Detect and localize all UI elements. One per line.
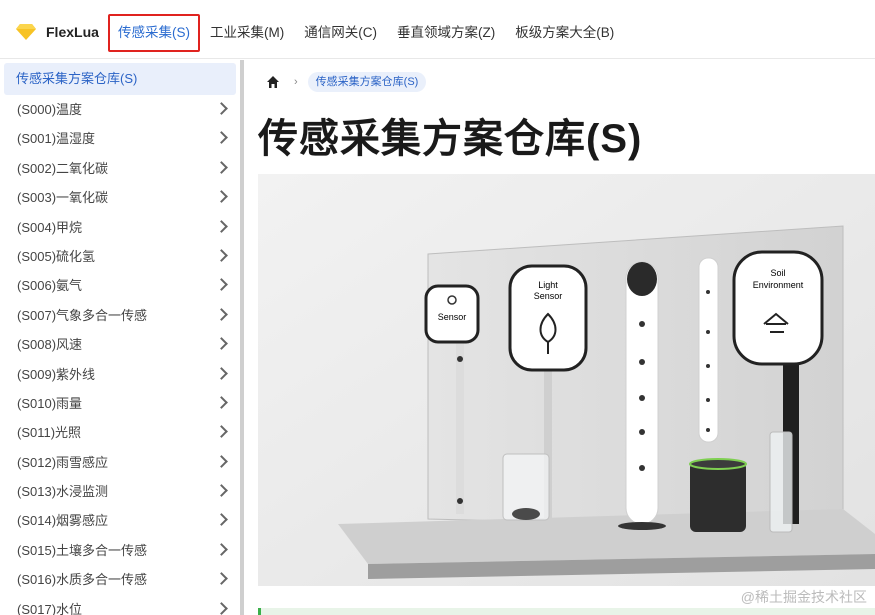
chevron-right-icon[interactable] — [215, 249, 228, 262]
sidebar-item[interactable]: (S007)气象多合一传感 — [0, 301, 240, 330]
home-icon[interactable] — [266, 75, 280, 89]
sidebar-item[interactable]: (S003)一氧化碳 — [0, 183, 240, 212]
content-note-bar — [258, 608, 875, 615]
sidebar-item[interactable]: (S001)温湿度 — [0, 124, 240, 153]
brand-name[interactable]: FlexLua — [46, 24, 99, 40]
chevron-right-icon[interactable] — [215, 160, 228, 174]
sidebar-item[interactable]: (S009)紫外线 — [0, 360, 240, 389]
nav-item-board-solutions[interactable]: 板级方案大全(B) — [505, 14, 624, 52]
chevron-right-icon[interactable] — [215, 219, 228, 233]
sidebar: 传感采集方案仓库(S) (S000)温度 (S001)温湿度 (S002)二氧化碳(… — [0, 60, 240, 615]
diamond-logo-icon[interactable] — [16, 24, 36, 40]
chevron-right-icon[interactable] — [215, 190, 228, 204]
watermark: @稀土掘金技术社区 — [740, 589, 867, 605]
breadcrumb: › 传感采集方案仓库(S) — [266, 72, 427, 92]
sidebar-item-label: (S007)气象多合一传感 — [17, 307, 148, 323]
sidebar-item-label: (S012)雨雪感应 — [17, 454, 109, 470]
chevron-right-icon[interactable] — [215, 396, 228, 409]
sidebar-item[interactable]: (S004)甲烷 — [0, 213, 240, 242]
sidebar-item-label: (S006)氨气 — [17, 278, 83, 294]
sidebar-item[interactable]: (S005)硫化氢 — [0, 242, 240, 271]
soil-label-line2: Environment — [753, 280, 804, 290]
light-label-line2: Sensor — [534, 291, 563, 301]
sidebar-item-label: (S015)土壤多合一传感 — [17, 542, 148, 558]
sidebar-item-label: (S008)风速 — [17, 337, 83, 353]
sidebar-list: (S000)温度 (S001)温湿度 (S002)二氧化碳 (S003)一氧化碳 (S0… — [0, 95, 240, 615]
chevron-right-icon[interactable] — [215, 102, 228, 115]
chevron-right-icon[interactable] — [215, 131, 228, 145]
chevron-right-icon[interactable] — [215, 278, 228, 292]
hero-image: Sensor Light Sensor Soil Environment — [258, 174, 875, 586]
chevron-right-icon[interactable] — [215, 542, 228, 556]
breadcrumb-current[interactable]: 传感采集方案仓库(S) — [307, 72, 427, 92]
top-navbar: FlexLua 传感采集(S) 工业采集(M) 通信网关(C) 垂直领域方案(Z… — [0, 0, 875, 59]
page-title: 传感采集方案仓库(S) — [258, 117, 643, 161]
main-nav: 传感采集(S) 工业采集(M) 通信网关(C) 垂直领域方案(Z) 板级方案大全… — [108, 14, 624, 52]
sidebar-item-label: (S010)雨量 — [17, 395, 83, 411]
sensor-display-illustration: Sensor Light Sensor Soil Environment — [258, 174, 875, 586]
chevron-right-icon[interactable] — [215, 425, 228, 439]
sidebar-item[interactable]: (S014)烟雾感应 — [0, 506, 240, 535]
sidebar-item-label: (S009)紫外线 — [17, 366, 96, 382]
chevron-right-icon[interactable] — [215, 337, 228, 350]
sidebar-item[interactable]: (S012)雨雪感应 — [0, 448, 240, 477]
chevron-right-icon[interactable] — [215, 454, 228, 468]
chevron-right-icon: › — [294, 76, 298, 88]
sidebar-item[interactable]: (S008)风速 — [0, 330, 240, 359]
chevron-right-icon[interactable] — [215, 601, 228, 615]
sidebar-item[interactable]: (S011)光照 — [0, 418, 240, 447]
sidebar-item-label: (S005)硫化氢 — [17, 248, 96, 264]
chevron-right-icon[interactable] — [215, 484, 228, 497]
sensor-label: Sensor — [438, 312, 467, 322]
sidebar-item-label: (S003)一氧化碳 — [17, 190, 109, 206]
nav-item-vertical-solutions[interactable]: 垂直领域方案(Z) — [387, 14, 505, 52]
sidebar-item-label: (S014)烟雾感应 — [17, 513, 109, 529]
sidebar-item[interactable]: (S015)土壤多合一传感 — [0, 536, 240, 565]
sidebar-item-repository[interactable]: 传感采集方案仓库(S) — [4, 63, 236, 95]
chevron-right-icon[interactable] — [215, 572, 228, 586]
chevron-right-icon[interactable] — [215, 307, 228, 321]
nav-item-gateway[interactable]: 通信网关(C) — [294, 14, 387, 52]
sidebar-item-label: (S013)水浸监测 — [17, 484, 109, 500]
sidebar-item-label: (S001)温湿度 — [17, 131, 96, 147]
sidebar-item[interactable]: (S006)氨气 — [0, 271, 240, 300]
sidebar-item[interactable]: (S016)水质多合一传感 — [0, 565, 240, 594]
sidebar-item-label: (S004)甲烷 — [17, 219, 83, 235]
sidebar-scrollbar[interactable] — [240, 60, 244, 615]
sidebar-item-label: (S017)水位 — [17, 601, 83, 615]
sidebar-item[interactable]: (S000)温度 — [0, 95, 240, 124]
sidebar-item-label: (S002)二氧化碳 — [17, 160, 109, 176]
sidebar-item[interactable]: (S002)二氧化碳 — [0, 154, 240, 183]
soil-label-line1: Soil — [770, 268, 785, 278]
sidebar-item-label: (S000)温度 — [17, 102, 83, 117]
light-label-line1: Light — [538, 280, 558, 290]
chevron-right-icon[interactable] — [215, 366, 228, 380]
sidebar-item-label: (S016)水质多合一传感 — [17, 572, 148, 588]
sidebar-item[interactable]: (S010)雨量 — [0, 389, 240, 418]
chevron-right-icon[interactable] — [215, 513, 228, 527]
sidebar-item[interactable]: (S017)水位 — [0, 595, 240, 615]
sidebar-item[interactable]: (S013)水浸监测 — [0, 477, 240, 506]
nav-item-industrial-collection[interactable]: 工业采集(M) — [200, 14, 294, 52]
sidebar-item-label: (S011)光照 — [17, 425, 82, 441]
nav-item-sensor-collection[interactable]: 传感采集(S) — [108, 14, 200, 52]
